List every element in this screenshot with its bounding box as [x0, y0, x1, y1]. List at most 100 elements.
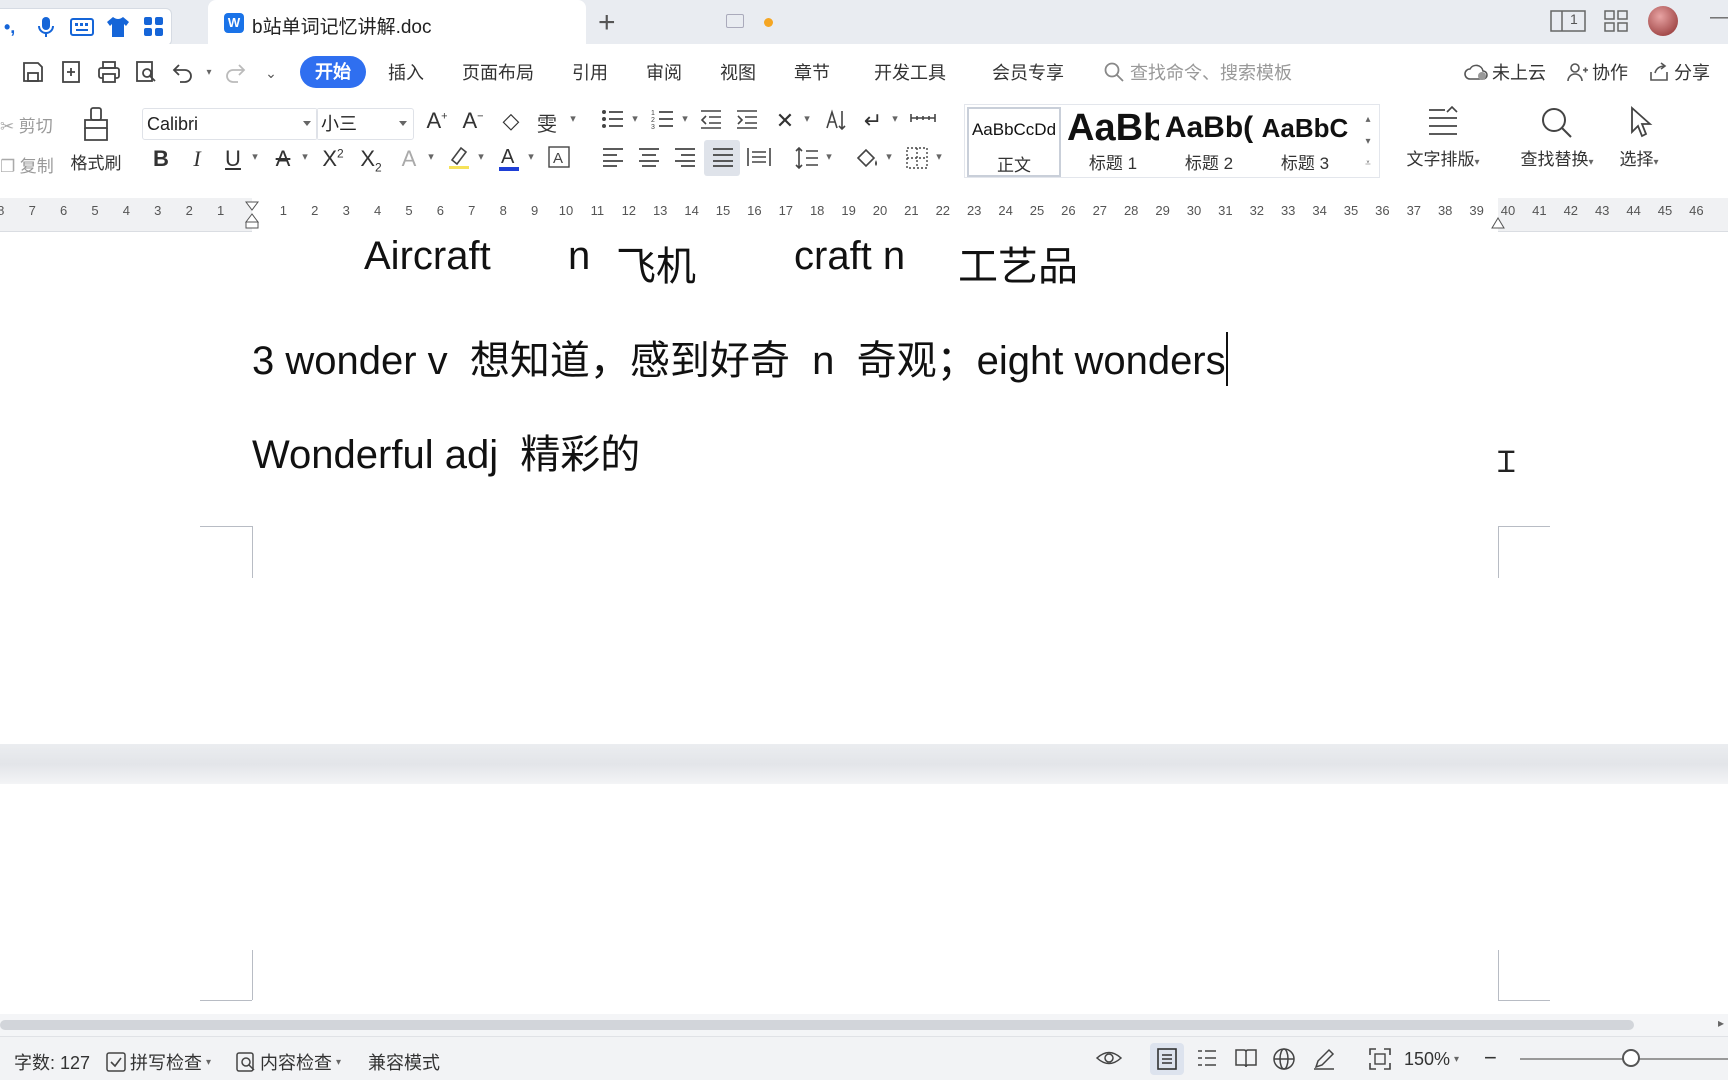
- style-heading-1[interactable]: AaBb 标题 1: [1067, 107, 1159, 177]
- font-name-select[interactable]: Calibri: [142, 108, 318, 140]
- tab-stops-icon[interactable]: [908, 108, 938, 134]
- align-justify-icon[interactable]: [708, 146, 738, 174]
- collaborate-button[interactable]: 协作: [1566, 59, 1628, 85]
- microphone-icon[interactable]: [32, 13, 60, 41]
- line-spacing-dropdown-icon[interactable]: ▾: [814, 150, 844, 163]
- menu-tab-developer[interactable]: 开发工具: [874, 59, 946, 85]
- menu-tab-references[interactable]: 引用: [572, 59, 608, 85]
- document-page-2[interactable]: [0, 784, 1728, 1014]
- align-right-icon[interactable]: [670, 146, 700, 174]
- fit-page-icon[interactable]: [1368, 1047, 1392, 1077]
- reading-view-icon[interactable]: [1234, 1047, 1258, 1075]
- copy-button[interactable]: ❐ 复制: [0, 152, 54, 177]
- show-marks-dropdown-icon[interactable]: ▾: [880, 112, 910, 125]
- cut-button[interactable]: ✂ 剪切: [0, 112, 53, 137]
- save-icon[interactable]: [20, 60, 46, 86]
- doc-line-wonderful[interactable]: Wonderful adj 精彩的: [252, 422, 640, 480]
- content-check-button[interactable]: 内容检查 ▾: [236, 1049, 341, 1075]
- menu-tab-chapter[interactable]: 章节: [794, 59, 830, 85]
- outline-view-icon[interactable]: [1196, 1047, 1218, 1075]
- indent-marker-icon[interactable]: [244, 200, 260, 230]
- user-avatar[interactable]: [1648, 6, 1678, 36]
- find-replace-button[interactable]: 查找替换▾: [1512, 106, 1602, 170]
- italic-icon[interactable]: I: [182, 146, 212, 172]
- scrollbar-thumb[interactable]: [0, 1020, 1634, 1030]
- shirt-icon[interactable]: [104, 13, 132, 41]
- highlight-dropdown-icon[interactable]: ▾: [466, 150, 496, 163]
- page-view-icon[interactable]: [1156, 1047, 1178, 1077]
- monitor-icon[interactable]: [726, 14, 744, 28]
- grid-icon[interactable]: [140, 13, 168, 41]
- text-effect-dropdown-icon[interactable]: ▾: [416, 150, 446, 163]
- menu-tab-page-layout[interactable]: 页面布局: [462, 59, 534, 85]
- font-color-dropdown-icon[interactable]: ▾: [516, 150, 546, 163]
- align-center-icon[interactable]: [634, 146, 664, 174]
- spell-check-button[interactable]: 拼写检查 ▾: [106, 1049, 211, 1075]
- sort-icon[interactable]: [820, 108, 850, 138]
- menu-tab-member[interactable]: 会员专享: [992, 59, 1064, 85]
- right-indent-marker-icon[interactable]: [1490, 216, 1506, 230]
- doc-meaning-craft[interactable]: 工艺品: [958, 234, 1078, 292]
- bullet-dropdown-icon[interactable]: ▾: [620, 112, 650, 125]
- write-mode-icon[interactable]: [1312, 1047, 1336, 1077]
- export-pdf-icon[interactable]: [58, 60, 84, 86]
- apps-grid-icon[interactable]: [1604, 10, 1628, 37]
- increase-indent-icon[interactable]: [732, 108, 762, 136]
- punctuation-toggle[interactable]: •,: [4, 17, 24, 38]
- zoom-slider-handle[interactable]: [1622, 1049, 1640, 1067]
- format-painter-button[interactable]: 格式刷: [66, 106, 126, 174]
- menu-tab-view[interactable]: 视图: [720, 59, 756, 85]
- horizontal-scrollbar[interactable]: ▸: [0, 1014, 1728, 1036]
- scroll-right-icon[interactable]: ▸: [1718, 1016, 1724, 1030]
- keyboard-icon[interactable]: [68, 13, 96, 41]
- doc-line-wonder[interactable]: 3 wonder v 想知道，感到好奇 n 奇观；eight wonders: [252, 328, 1228, 386]
- word-count[interactable]: 字数: 127: [14, 1049, 90, 1075]
- cloud-status-button[interactable]: 未上云: [1464, 59, 1546, 85]
- command-search[interactable]: 查找命令、搜索模板: [1104, 59, 1292, 85]
- menu-tab-start[interactable]: 开始: [300, 56, 366, 88]
- menu-tab-insert[interactable]: 插入: [388, 59, 424, 85]
- select-button[interactable]: 选择▾: [1612, 105, 1666, 170]
- ime-toolbar[interactable]: •,: [0, 8, 172, 46]
- underline-dropdown-icon[interactable]: ▾: [240, 150, 270, 163]
- style-heading-3[interactable]: AaBbC 标题 3: [1259, 107, 1351, 177]
- print-preview-icon[interactable]: [133, 60, 159, 86]
- char-border-icon[interactable]: A: [544, 146, 574, 174]
- spell-check-dropdown-icon[interactable]: ▾: [206, 1057, 211, 1068]
- superscript-icon[interactable]: X2: [318, 146, 348, 172]
- menu-tab-review[interactable]: 审阅: [646, 59, 682, 85]
- zoom-level-button[interactable]: 150% ▾: [1404, 1049, 1459, 1070]
- web-view-icon[interactable]: [1272, 1047, 1296, 1077]
- window-layout-icon[interactable]: [1550, 10, 1586, 37]
- align-left-icon[interactable]: [598, 146, 628, 174]
- doc-pos-n[interactable]: n: [568, 234, 590, 279]
- share-button[interactable]: 分享: [1648, 59, 1710, 85]
- redo-icon[interactable]: [222, 60, 248, 86]
- grow-font-icon[interactable]: A+: [422, 108, 452, 134]
- subscript-icon[interactable]: X2: [356, 146, 386, 174]
- horizontal-ruler[interactable]: 8 7 6 5 4 3 2 1 1 2 3 4 5 6 7 8 9 10 11 12 13 14 15 16 17 18 19 20 2…: [0, 198, 1728, 232]
- content-check-dropdown-icon[interactable]: ▾: [336, 1057, 341, 1068]
- shrink-font-icon[interactable]: A−: [458, 108, 488, 134]
- strikethrough-dropdown-icon[interactable]: ▾: [290, 150, 320, 163]
- text-layout-button[interactable]: 文字排版▾: [1398, 105, 1488, 170]
- undo-icon[interactable]: [170, 60, 196, 86]
- clear-format-icon[interactable]: ◇: [496, 108, 526, 134]
- borders-dropdown-icon[interactable]: ▾: [924, 150, 954, 163]
- chinese-layout-dropdown-icon[interactable]: ▾: [792, 112, 822, 125]
- distributed-align-icon[interactable]: [744, 146, 774, 174]
- font-size-select[interactable]: 小三: [316, 108, 414, 140]
- doc-meaning-aircraft[interactable]: 飞机: [616, 234, 696, 292]
- doc-word-craft[interactable]: craft n: [794, 234, 905, 279]
- shading-dropdown-icon[interactable]: ▾: [874, 150, 904, 163]
- styles-scroll-arrows[interactable]: ▴ ▾ ⩡: [1359, 109, 1377, 175]
- zoom-out-button[interactable]: −: [1484, 1045, 1497, 1071]
- decrease-indent-icon[interactable]: [696, 108, 726, 136]
- document-tab[interactable]: W b站单词记忆讲解.doc: [208, 0, 773, 44]
- document-page[interactable]: Aircraft n 飞机 craft n 工艺品 3 wonder v 想知道…: [0, 232, 1728, 744]
- doc-word-aircraft[interactable]: Aircraft: [364, 234, 491, 279]
- minimize-button[interactable]: —: [1710, 6, 1728, 29]
- new-tab-button[interactable]: +: [598, 6, 616, 40]
- style-heading-2[interactable]: AaBb( 标题 2: [1163, 107, 1255, 177]
- phonetic-dropdown-icon[interactable]: ▾: [558, 112, 588, 125]
